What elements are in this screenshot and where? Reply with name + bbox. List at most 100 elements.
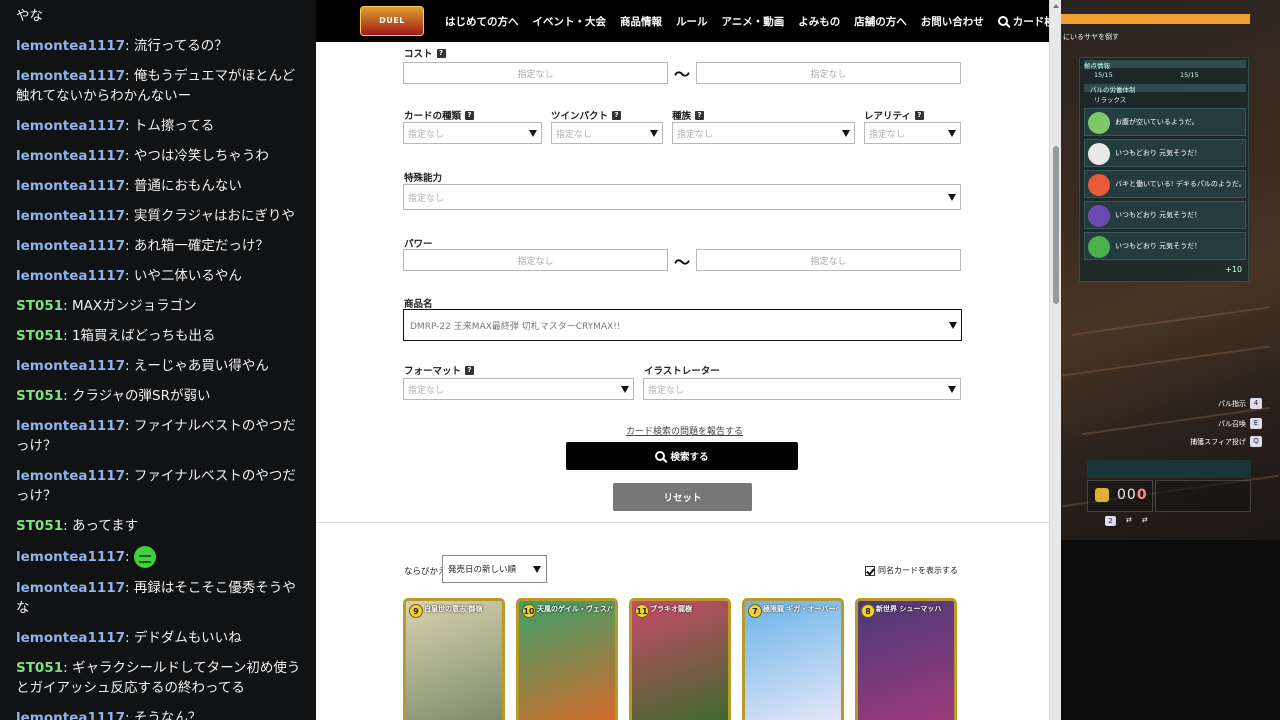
nav-link[interactable]: はじめての方へ — [438, 14, 526, 29]
chat-separator: : — [63, 388, 72, 404]
chat-text: MAXガンジョラゴン — [71, 298, 197, 314]
twinpact-label: ツインパクト? — [551, 108, 622, 122]
card-thumbnail[interactable]: 9 白皇世の意志 御嶺 — [403, 598, 505, 720]
chat-separator: : — [125, 418, 134, 434]
race-select[interactable]: 指定なし — [672, 122, 855, 144]
same-name-option[interactable]: 同名カードを表示する — [865, 565, 958, 576]
chat-message: ST051: MAXガンジョラゴン — [16, 296, 302, 316]
work-status: リラックス — [1094, 96, 1127, 104]
card-thumbnail[interactable]: 10天風のゲイル・ヴェスパー — [516, 598, 618, 720]
rarity-select[interactable]: 指定なし — [864, 122, 961, 144]
chat-message: lemontea1117: ファイナルベストのやつだっけ？ — [16, 466, 302, 506]
dropdown-caret-icon — [842, 130, 850, 137]
chat-username[interactable]: lemontea1117 — [16, 418, 125, 434]
page-scrollbar[interactable] — [1049, 0, 1061, 720]
chat-username[interactable]: lemontea1117 — [16, 549, 125, 565]
chat-separator: : — [125, 68, 134, 84]
illustrator-select[interactable]: 指定なし — [643, 378, 961, 400]
chat-username[interactable]: lemontea1117 — [16, 468, 125, 484]
chat-message: lemontea1117: — [16, 546, 302, 568]
chat-username[interactable]: lemontea1117 — [16, 68, 125, 84]
help-icon[interactable]: ? — [465, 365, 475, 375]
chat-text: やつは冷笑しちゃうわ — [133, 148, 269, 164]
chat-separator: : — [125, 38, 134, 54]
search-icon — [655, 451, 666, 461]
duel-masters-logo[interactable]: DUEL MASTERS — [360, 6, 424, 53]
chat-message: lemontea1117: デドダムもいいね — [16, 628, 302, 648]
format-select[interactable]: 指定なし — [403, 378, 634, 400]
nav-link[interactable]: 店舗の方へ — [847, 14, 914, 29]
dropdown-caret-icon — [948, 130, 956, 137]
power-max-input[interactable]: 指定なし — [696, 249, 961, 271]
chat-username[interactable]: lemontea1117 — [16, 580, 125, 596]
nav-link-label: ルール — [676, 15, 708, 28]
chat-username[interactable]: lemontea1117 — [16, 38, 125, 54]
card-thumbnail[interactable]: 7極限龍 ギガ・オーバーヘヴン — [742, 598, 844, 720]
pal-status-text: お腹が空いているようだ。 — [1115, 118, 1199, 126]
cost-max-input[interactable]: 指定なし — [696, 62, 961, 84]
scrollbar-thumb[interactable] — [1053, 146, 1059, 304]
same-name-checkbox[interactable] — [865, 565, 875, 576]
pal-status-text: いつもどおり 元気そうだ！ — [1115, 242, 1202, 250]
nav-link[interactable]: ルール — [669, 14, 715, 29]
dropdown-caret-icon — [949, 322, 957, 329]
card-thumbnail[interactable]: 11 ブラキオ龍樹 — [629, 598, 731, 720]
help-icon[interactable]: ? — [612, 110, 622, 120]
chat-username[interactable]: ST051 — [16, 518, 63, 534]
sort-select[interactable]: 発売日の新しい順 — [442, 555, 547, 583]
nav-link[interactable]: よみもの — [791, 14, 847, 29]
chat-username[interactable]: ST051 — [16, 298, 63, 314]
chat-username[interactable]: lemontea1117 — [16, 178, 125, 194]
nav-link-label: 店舗の方へ — [854, 15, 907, 28]
help-icon[interactable]: ? — [695, 110, 705, 120]
chat-username[interactable]: lemontea1117 — [16, 268, 125, 284]
chat-username[interactable]: ST051 — [16, 660, 63, 676]
help-icon[interactable]: ? — [914, 110, 924, 120]
chat-username[interactable]: lemontea1117 — [16, 118, 125, 134]
reset-button[interactable]: リセット — [613, 483, 752, 511]
chat-message: lemontea1117: やつは冷笑しちゃうわ — [16, 146, 302, 166]
chat-separator: : — [125, 238, 134, 254]
chat-username[interactable]: ST051 — [16, 388, 63, 404]
scroll-up-icon[interactable] — [1053, 4, 1059, 8]
hint-sphere-throw: 捕獲スフィア投げ Q — [1190, 436, 1262, 447]
chat-username[interactable]: lemontea1117 — [16, 710, 125, 720]
chat-text: 流行ってるの？ — [133, 38, 228, 54]
chat-message: ST051: 1箱買えばどっちも出る — [16, 326, 302, 346]
help-icon[interactable]: ? — [436, 48, 446, 58]
base-count: 15/15 — [1094, 71, 1113, 79]
twinpact-select[interactable]: 指定なし — [551, 122, 663, 144]
power-min-input[interactable]: 指定なし — [403, 249, 668, 271]
nav-link[interactable]: 商品情報 — [613, 14, 669, 29]
chat-username[interactable]: lemontea1117 — [16, 208, 125, 224]
chat-separator: : — [63, 298, 72, 314]
chat-username[interactable]: lemontea1117 — [16, 630, 125, 646]
nav-link[interactable]: アニメ・動画 — [715, 14, 792, 29]
chat-separator: : — [125, 710, 134, 720]
chat-username[interactable]: lemontea1117 — [16, 148, 125, 164]
chat-username[interactable]: lemontea1117 — [16, 358, 125, 374]
base-info-panel: 拠点情報 15/15 15/15 パルの労働体制 リラックス お腹が空いているよ… — [1079, 57, 1249, 282]
nav-link[interactable]: イベント・大会 — [526, 14, 614, 29]
scene-streak — [1071, 306, 1271, 336]
card-thumbnail[interactable]: 8 新世界 シューマッハ — [855, 598, 957, 720]
chat-separator: : — [63, 518, 72, 534]
help-icon[interactable]: ? — [465, 110, 475, 120]
rarity-label: レアリティ? — [864, 108, 924, 122]
nav-link[interactable]: お問い合わせ — [914, 14, 991, 29]
cost-min-input[interactable]: 指定なし — [403, 62, 668, 84]
hud-weapon-box — [1155, 480, 1251, 512]
hud-keys: 2 ⇄ ⇄ — [1105, 516, 1148, 526]
chat-username[interactable]: ST051 — [16, 328, 63, 344]
chat-separator: : — [125, 268, 134, 284]
product-select[interactable]: DMRP-22 王来MAX最終弾 切札マスターCRYMAX!! — [403, 309, 962, 341]
card-type-select[interactable]: 指定なし — [403, 122, 542, 144]
pal-status-text: いつもどおり 元気そうだ！ — [1115, 149, 1202, 157]
key-icon: 2 — [1105, 516, 1116, 526]
hint-pal-command: パル指示 4 — [1218, 398, 1262, 409]
search-button[interactable]: 検索する — [566, 442, 798, 470]
chat-username[interactable]: lemontea1117 — [16, 238, 125, 254]
ability-select[interactable]: 指定なし — [403, 184, 961, 210]
chat-text: いや二体いるやん — [133, 268, 242, 284]
report-problem-link[interactable]: カード検索の問題を報告する — [626, 424, 743, 437]
